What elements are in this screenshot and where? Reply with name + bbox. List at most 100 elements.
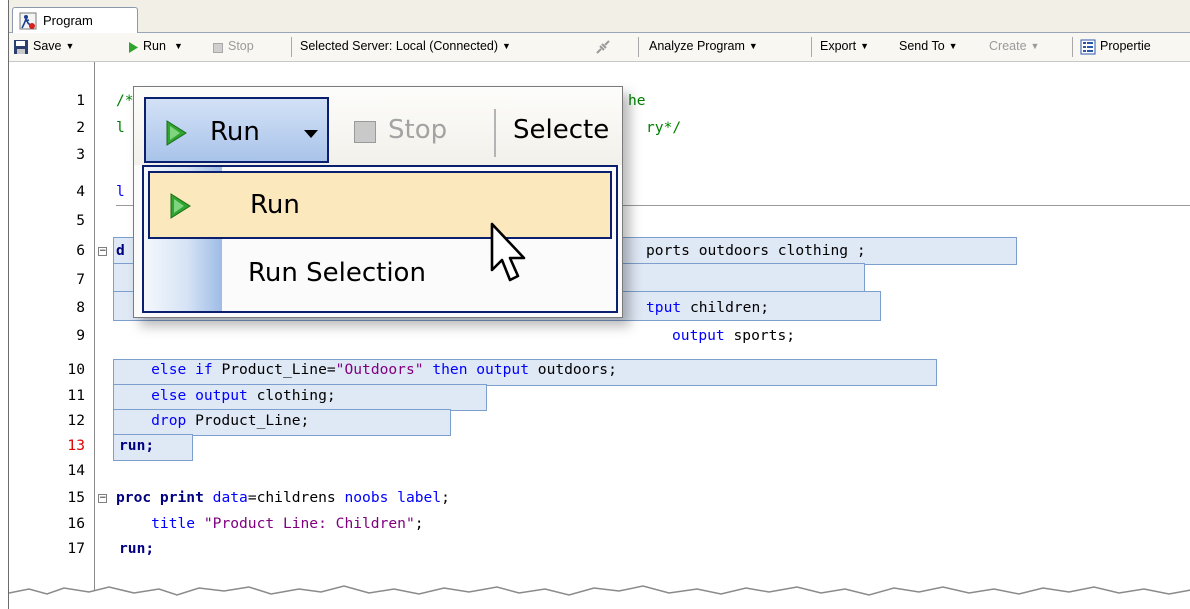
code-line-2-tail: ry*/ bbox=[646, 119, 682, 136]
properties-icon bbox=[1080, 39, 1096, 55]
run-label: Run bbox=[143, 39, 166, 53]
code-keyword: tput bbox=[646, 299, 690, 316]
code-keyword: drop bbox=[116, 412, 196, 429]
code-text: =childrens bbox=[247, 489, 345, 506]
code-text: sports; bbox=[733, 327, 796, 344]
line-number: 10 bbox=[67, 361, 85, 378]
line-number: 2 bbox=[76, 119, 85, 136]
fold-toggle-icon[interactable]: − bbox=[98, 494, 107, 503]
code-line-1-tail: he bbox=[628, 92, 646, 109]
menu-item-run[interactable]: Run bbox=[148, 171, 612, 239]
toolbar-separator bbox=[494, 109, 496, 157]
properties-button[interactable]: Propertie bbox=[1100, 39, 1151, 53]
run-dropdown-icon: ▼ bbox=[173, 41, 183, 51]
analyze-program-label: Analyze Program bbox=[649, 39, 745, 53]
code-string: "Outdoors" bbox=[335, 361, 424, 378]
export-button[interactable]: Export ▼ bbox=[820, 39, 869, 53]
code-line-17: run; bbox=[119, 540, 155, 557]
torn-edge-decoration bbox=[9, 585, 1190, 609]
code-keyword: else if bbox=[116, 361, 222, 378]
stop-icon bbox=[354, 121, 376, 143]
stop-button[interactable]: Stop bbox=[228, 39, 254, 53]
line-number: 3 bbox=[76, 146, 85, 163]
code-string: "Product Line: Children" bbox=[203, 515, 415, 532]
code-line-1: /* bbox=[116, 92, 134, 109]
selected-server-dropdown[interactable]: Selected Server: Local (Connected) ▼ bbox=[300, 39, 511, 53]
run-dropdown-menu: Run Run Selection bbox=[142, 165, 618, 313]
line-number: 8 bbox=[76, 299, 85, 316]
save-dropdown-icon: ▼ bbox=[65, 41, 75, 51]
code-keyword: output bbox=[672, 327, 734, 344]
code-text: Product_Line= bbox=[221, 361, 336, 378]
analyze-dropdown-icon: ▼ bbox=[748, 41, 758, 51]
code-line-6: d bbox=[116, 242, 125, 259]
send-to-dropdown-icon: ▼ bbox=[948, 41, 958, 51]
save-icon bbox=[14, 40, 28, 54]
export-dropdown-icon: ▼ bbox=[860, 41, 870, 51]
toolbar-separator bbox=[291, 37, 292, 57]
code-line-4: l bbox=[116, 183, 125, 200]
analyze-program-button[interactable]: Analyze Program ▼ bbox=[649, 39, 758, 53]
create-dropdown-icon: ▼ bbox=[1030, 41, 1040, 51]
run-icon bbox=[129, 42, 138, 53]
create-label: Create bbox=[989, 39, 1027, 53]
code-keyword: data bbox=[212, 489, 248, 506]
save-button[interactable]: Save ▼ bbox=[33, 39, 74, 53]
code-line-6-tail: ports outdoors clothing ; bbox=[646, 242, 866, 259]
zoomed-run-label: Run bbox=[210, 117, 260, 147]
code-line-11: else output clothing; bbox=[116, 387, 336, 404]
server-dropdown-icon: ▼ bbox=[502, 41, 511, 51]
run-icon bbox=[166, 120, 187, 146]
line-number: 17 bbox=[67, 540, 85, 557]
toolbar-separator bbox=[638, 37, 639, 57]
run-icon bbox=[170, 193, 191, 219]
tab-program[interactable]: Program bbox=[12, 7, 138, 33]
line-number: 4 bbox=[76, 183, 85, 200]
code-text: ; bbox=[414, 515, 424, 532]
code-text: children; bbox=[689, 299, 770, 316]
toolbar-separator bbox=[1072, 37, 1073, 57]
program-icon bbox=[19, 12, 37, 30]
create-button[interactable]: Create ▼ bbox=[989, 39, 1039, 53]
fold-toggle-icon[interactable]: − bbox=[98, 247, 107, 256]
code-line-8-tail: tput children; bbox=[646, 299, 769, 316]
line-number: 12 bbox=[67, 412, 85, 429]
code-text: clothing; bbox=[256, 387, 336, 404]
code-line-9-tail: output sports; bbox=[672, 327, 795, 344]
line-number: 7 bbox=[76, 271, 85, 288]
zoomed-stop-button[interactable]: Stop bbox=[388, 115, 447, 145]
code-keyword: title bbox=[116, 515, 204, 532]
send-to-button[interactable]: Send To ▼ bbox=[899, 39, 958, 53]
line-number: 6 bbox=[76, 242, 85, 259]
menu-item-run-selection-label: Run Selection bbox=[248, 258, 426, 288]
code-line-13: run; bbox=[119, 437, 155, 454]
run-button[interactable]: Run ▼ bbox=[143, 39, 183, 53]
code-keyword: proc print bbox=[116, 489, 213, 506]
code-text: Product_Line; bbox=[195, 412, 310, 429]
zoomed-toolbar: Run Stop Selecte bbox=[134, 87, 622, 165]
line-number: 16 bbox=[67, 515, 85, 532]
code-keyword: then output bbox=[423, 361, 538, 378]
gutter-divider bbox=[94, 62, 95, 609]
tab-strip: Program bbox=[9, 0, 1190, 33]
line-number-error: 13 bbox=[67, 437, 85, 454]
menu-item-run-selection[interactable]: Run Selection bbox=[148, 243, 612, 307]
code-line-16: title "Product Line: Children"; bbox=[116, 515, 424, 532]
zoom-callout: Run Stop Selecte Run Run Selection bbox=[133, 86, 623, 318]
code-line-2: l bbox=[116, 119, 125, 136]
line-number: 14 bbox=[67, 462, 85, 479]
disconnect-icon[interactable] bbox=[595, 39, 611, 55]
code-keyword: noobs label bbox=[344, 489, 442, 506]
line-number: 9 bbox=[76, 327, 85, 344]
run-dropdown-icon[interactable] bbox=[304, 130, 318, 138]
tab-label: Program bbox=[43, 13, 93, 28]
code-line-15: proc print data=childrens noobs label; bbox=[116, 489, 450, 506]
zoomed-selected-server-label[interactable]: Selecte bbox=[513, 115, 622, 145]
code-text: ; bbox=[441, 489, 450, 506]
zoomed-run-button[interactable]: Run bbox=[144, 97, 329, 163]
stop-icon bbox=[213, 43, 223, 53]
line-number: 5 bbox=[76, 212, 85, 229]
selected-server-label: Selected Server: Local (Connected) bbox=[300, 39, 499, 53]
send-to-label: Send To bbox=[899, 39, 945, 53]
toolbar: Save ▼ Run ▼ Stop Selected Server: Local (… bbox=[9, 33, 1190, 62]
